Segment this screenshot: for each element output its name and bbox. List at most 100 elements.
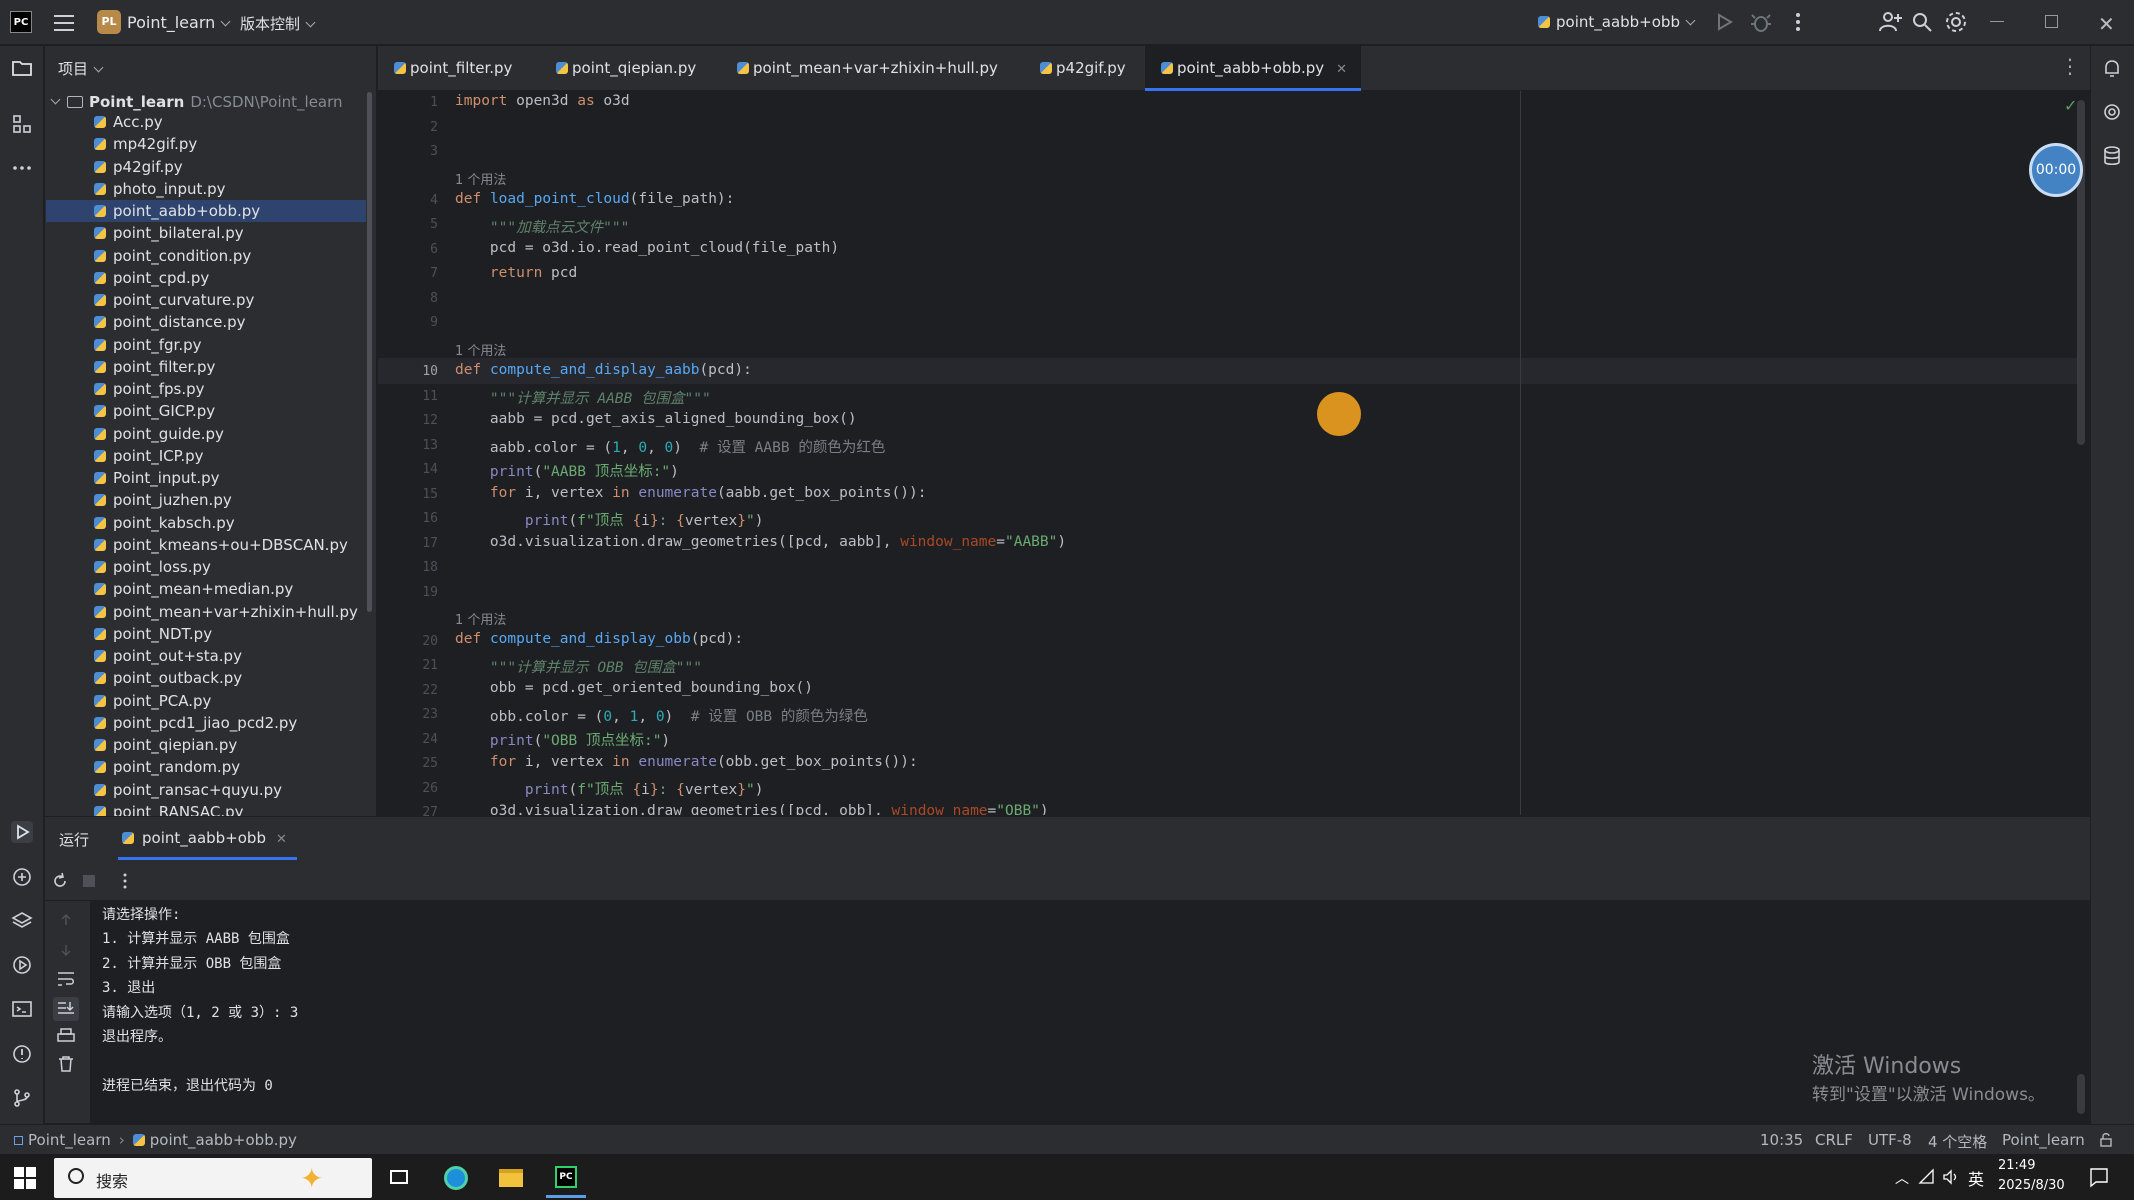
file-tree-item[interactable]: point_kabsch.py — [46, 512, 366, 534]
file-tree-item[interactable]: point_aabb+obb.py — [46, 200, 366, 223]
soft-wrap-icon[interactable] — [56, 970, 76, 988]
inspection-ok-icon[interactable]: ✓ — [2064, 96, 2077, 115]
file-tree-item[interactable]: point_filter.py — [46, 356, 366, 378]
file-tree-item[interactable]: point_juzhen.py — [46, 489, 366, 511]
print-icon[interactable] — [56, 1027, 76, 1045]
file-tree-item[interactable]: point_cpd.py — [46, 267, 366, 289]
tab-point-qiepian[interactable]: point_qiepian.py — [540, 46, 696, 91]
problems-icon[interactable] — [10, 1042, 34, 1066]
tab-point-filter[interactable]: point_filter.py — [378, 46, 512, 91]
file-tree-item[interactable]: point_NDT.py — [46, 623, 366, 645]
file-tree-item[interactable]: mp42gif.py — [46, 133, 366, 155]
file-tree-item[interactable]: point_qiepian.py — [46, 734, 366, 756]
structure-icon[interactable] — [10, 112, 34, 136]
volume-icon[interactable] — [1942, 1168, 1960, 1186]
file-tree-item[interactable]: point_loss.py — [46, 556, 366, 578]
more-vertical-icon[interactable] — [118, 871, 132, 891]
file-tree-item[interactable]: point_fps.py — [46, 378, 366, 400]
network-icon[interactable] — [1918, 1168, 1936, 1186]
pycharm-taskbar-icon[interactable]: PC — [546, 1158, 586, 1198]
more-vertical-icon[interactable] — [1784, 8, 1812, 36]
minimize-button[interactable] — [1990, 21, 2004, 22]
file-tree-item[interactable]: point_pcd1_jiao_pcd2.py — [46, 712, 366, 734]
file-tree-item[interactable]: point_bilateral.py — [46, 222, 366, 244]
scroll-to-end-toggle[interactable] — [53, 997, 79, 1021]
file-tree-item[interactable]: point_mean+median.py — [46, 578, 366, 600]
usage-hint[interactable]: 1 个用法 — [455, 609, 506, 628]
run-panel-icon[interactable] — [10, 820, 34, 844]
usage-hint[interactable]: 1 个用法 — [455, 340, 506, 359]
tab-p42gif[interactable]: p42gif.py — [1024, 46, 1126, 91]
taskbar-clock-date[interactable]: 2025/8/30 — [1998, 1178, 2065, 1193]
scroll-down-icon[interactable] — [58, 942, 74, 958]
file-tree-item[interactable]: point_distance.py — [46, 311, 366, 333]
file-tree-item[interactable]: point_fgr.py — [46, 334, 366, 356]
tab-options-icon[interactable]: ⋮ — [2060, 56, 2080, 76]
project-folder-icon[interactable] — [10, 56, 34, 80]
debug-icon[interactable] — [1747, 8, 1775, 36]
run-tab[interactable]: point_aabb+obb ✕ — [118, 816, 297, 860]
sidebar-scrollbar[interactable] — [367, 92, 372, 612]
caret-position[interactable]: 10:35 — [1760, 1131, 1803, 1149]
close-tab-icon[interactable]: ✕ — [1336, 62, 1347, 77]
settings-gear-icon[interactable] — [1942, 8, 1970, 36]
maximize-button[interactable] — [2045, 15, 2058, 28]
file-explorer-icon[interactable] — [491, 1158, 531, 1198]
git-branch-icon[interactable] — [10, 1086, 34, 1110]
file-tree-item[interactable]: point_out+sta.py — [46, 645, 366, 667]
file-tree-item[interactable]: point_guide.py — [46, 423, 366, 445]
unlock-icon[interactable] — [2098, 1132, 2114, 1148]
file-tree-item[interactable]: point_curvature.py — [46, 289, 366, 311]
python-interpreter[interactable]: Point_learn — [2002, 1131, 2085, 1149]
taskbar-clock-time[interactable]: 21:49 — [1998, 1158, 2035, 1173]
more-horizontal-icon[interactable] — [10, 156, 34, 180]
usage-hint[interactable]: 1 个用法 — [455, 169, 506, 188]
notifications-bell-icon[interactable] — [2100, 56, 2124, 80]
file-tree-item[interactable]: point_outback.py — [46, 667, 366, 689]
add-user-icon[interactable] — [1876, 8, 1904, 36]
file-tree-item[interactable]: point_mean+var+zhixin+hull.py — [46, 601, 366, 623]
windows-start-icon[interactable] — [14, 1167, 36, 1189]
close-tab-icon[interactable]: ✕ — [276, 832, 287, 847]
indent-setting[interactable]: 4 个空格 — [1928, 1131, 1987, 1152]
stop-icon[interactable] — [83, 875, 95, 887]
console-output[interactable] — [90, 901, 2088, 1123]
copilot-sparkle-icon[interactable]: ✦ — [300, 1162, 323, 1195]
file-tree-item[interactable]: Point_input.py — [46, 467, 366, 489]
trash-icon[interactable] — [56, 1055, 76, 1073]
file-tree-item[interactable]: point_kmeans+ou+DBSCAN.py — [46, 534, 366, 556]
file-tree-item[interactable]: point_PCA.py — [46, 690, 366, 712]
expand-arrow-icon[interactable] — [50, 94, 61, 105]
python-console-icon[interactable] — [10, 865, 34, 889]
notification-center-icon[interactable] — [2088, 1166, 2110, 1188]
layers-icon[interactable] — [10, 909, 34, 933]
input-language-indicator[interactable]: 英 — [1968, 1166, 1984, 1190]
file-tree-item[interactable]: point_random.py — [46, 756, 366, 778]
file-tree-item[interactable]: Acc.py — [46, 111, 366, 133]
file-tree-item[interactable]: point_ICP.py — [46, 445, 366, 467]
breadcrumb[interactable]: Point_learn › point_aabb+obb.py — [14, 1131, 297, 1149]
project-switcher[interactable]: Point_learn — [127, 13, 231, 32]
editor-scrollbar[interactable] — [2077, 100, 2085, 445]
file-tree-item[interactable]: point_GICP.py — [46, 400, 366, 422]
scroll-up-icon[interactable] — [58, 912, 74, 928]
tab-point-mean-var[interactable]: point_mean+var+zhixin+hull.py — [721, 46, 998, 91]
console-scrollbar[interactable] — [2077, 1074, 2085, 1114]
file-tree-item[interactable]: photo_input.py — [46, 178, 366, 200]
recording-timer[interactable]: 00:00 — [2029, 143, 2083, 197]
search-icon[interactable] — [1908, 8, 1936, 36]
vcs-menu[interactable]: 版本控制 — [240, 13, 316, 34]
file-tree-item[interactable]: p42gif.py — [46, 156, 366, 178]
run-config-selector[interactable]: point_aabb+obb — [1538, 13, 1696, 31]
project-view-selector[interactable]: 项目 — [58, 58, 104, 79]
ai-assistant-icon[interactable] — [2100, 100, 2124, 124]
services-icon[interactable] — [10, 953, 34, 977]
file-tree-item[interactable]: point_condition.py — [46, 245, 366, 267]
hamburger-menu-icon[interactable] — [52, 10, 76, 34]
edge-browser-icon[interactable] — [436, 1158, 476, 1198]
project-badge[interactable]: PL — [97, 10, 121, 34]
line-separator[interactable]: CRLF — [1815, 1131, 1853, 1149]
task-view-icon[interactable] — [379, 1158, 419, 1198]
database-icon[interactable] — [2100, 144, 2124, 168]
file-tree-item[interactable]: point_ransac+quyu.py — [46, 779, 366, 801]
